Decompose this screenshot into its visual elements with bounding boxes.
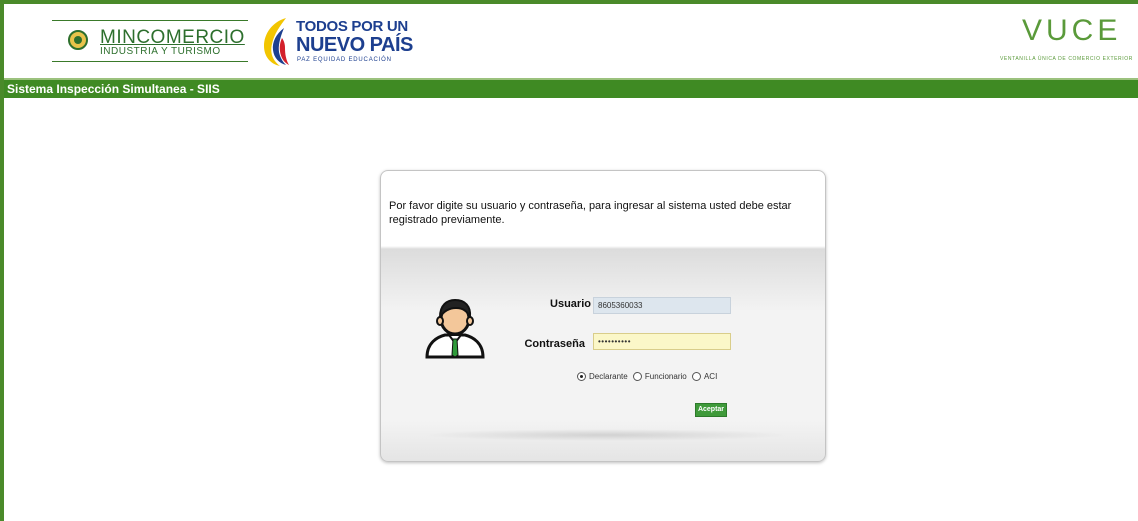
login-card: Por favor digite su usuario y contraseña… <box>380 170 826 462</box>
login-instructions: Por favor digite su usuario y contraseña… <box>389 200 792 226</box>
campaign-line-2: NUEVO PAÍS <box>296 34 413 56</box>
username-label: Usuario <box>550 298 591 310</box>
radio-selected-icon[interactable] <box>577 372 586 381</box>
password-input[interactable] <box>593 333 731 350</box>
mincomercio-subtitle: INDUSTRIA Y TURISMO <box>100 46 221 57</box>
header: MINCOMERCIO INDUSTRIA Y TURISMO TODOS PO… <box>4 4 1138 80</box>
password-label: Contraseña <box>524 338 585 350</box>
user-avatar-icon <box>425 298 485 359</box>
decorative-swoosh <box>421 429 791 441</box>
role-option-funcionario[interactable]: Funcionario <box>632 372 687 381</box>
vuce-subtitle: VENTANILLA ÚNICA DE COMERCIO EXTERIOR <box>1000 56 1133 62</box>
role-label: ACI <box>703 372 718 381</box>
role-option-aci[interactable]: ACI <box>691 372 718 381</box>
coat-of-arms-icon <box>68 30 88 50</box>
radio-unselected-icon[interactable] <box>691 372 701 381</box>
role-label: Declarante <box>589 372 628 381</box>
username-input[interactable] <box>593 297 731 314</box>
mincomercio-logo: MINCOMERCIO INDUSTRIA Y TURISMO <box>52 20 248 62</box>
role-label: Funcionario <box>644 372 687 381</box>
role-radio-group: Declarante Funcionario ACI <box>577 372 720 386</box>
system-title: Sistema Inspección Simultanea - SIIS <box>7 82 220 96</box>
campaign-line-1: TODOS POR UN <box>296 18 408 35</box>
colombia-flag-icon <box>264 18 289 66</box>
vuce-logo: VUCE VENTANILLA ÚNICA DE COMERCIO EXTERI… <box>1000 14 1138 70</box>
campaign-line-3: PAZ EQUIDAD EDUCACIÓN <box>297 57 392 63</box>
system-title-bar: Sistema Inspección Simultanea - SIIS <box>4 80 1138 98</box>
role-option-declarante[interactable]: Declarante <box>577 372 628 381</box>
campaign-logo: TODOS POR UN NUEVO PAÍS PAZ EQUIDAD EDUC… <box>260 14 413 70</box>
vuce-title: VUCE <box>1022 14 1122 47</box>
radio-unselected-icon[interactable] <box>632 372 642 381</box>
accept-button[interactable]: Aceptar <box>695 403 727 417</box>
